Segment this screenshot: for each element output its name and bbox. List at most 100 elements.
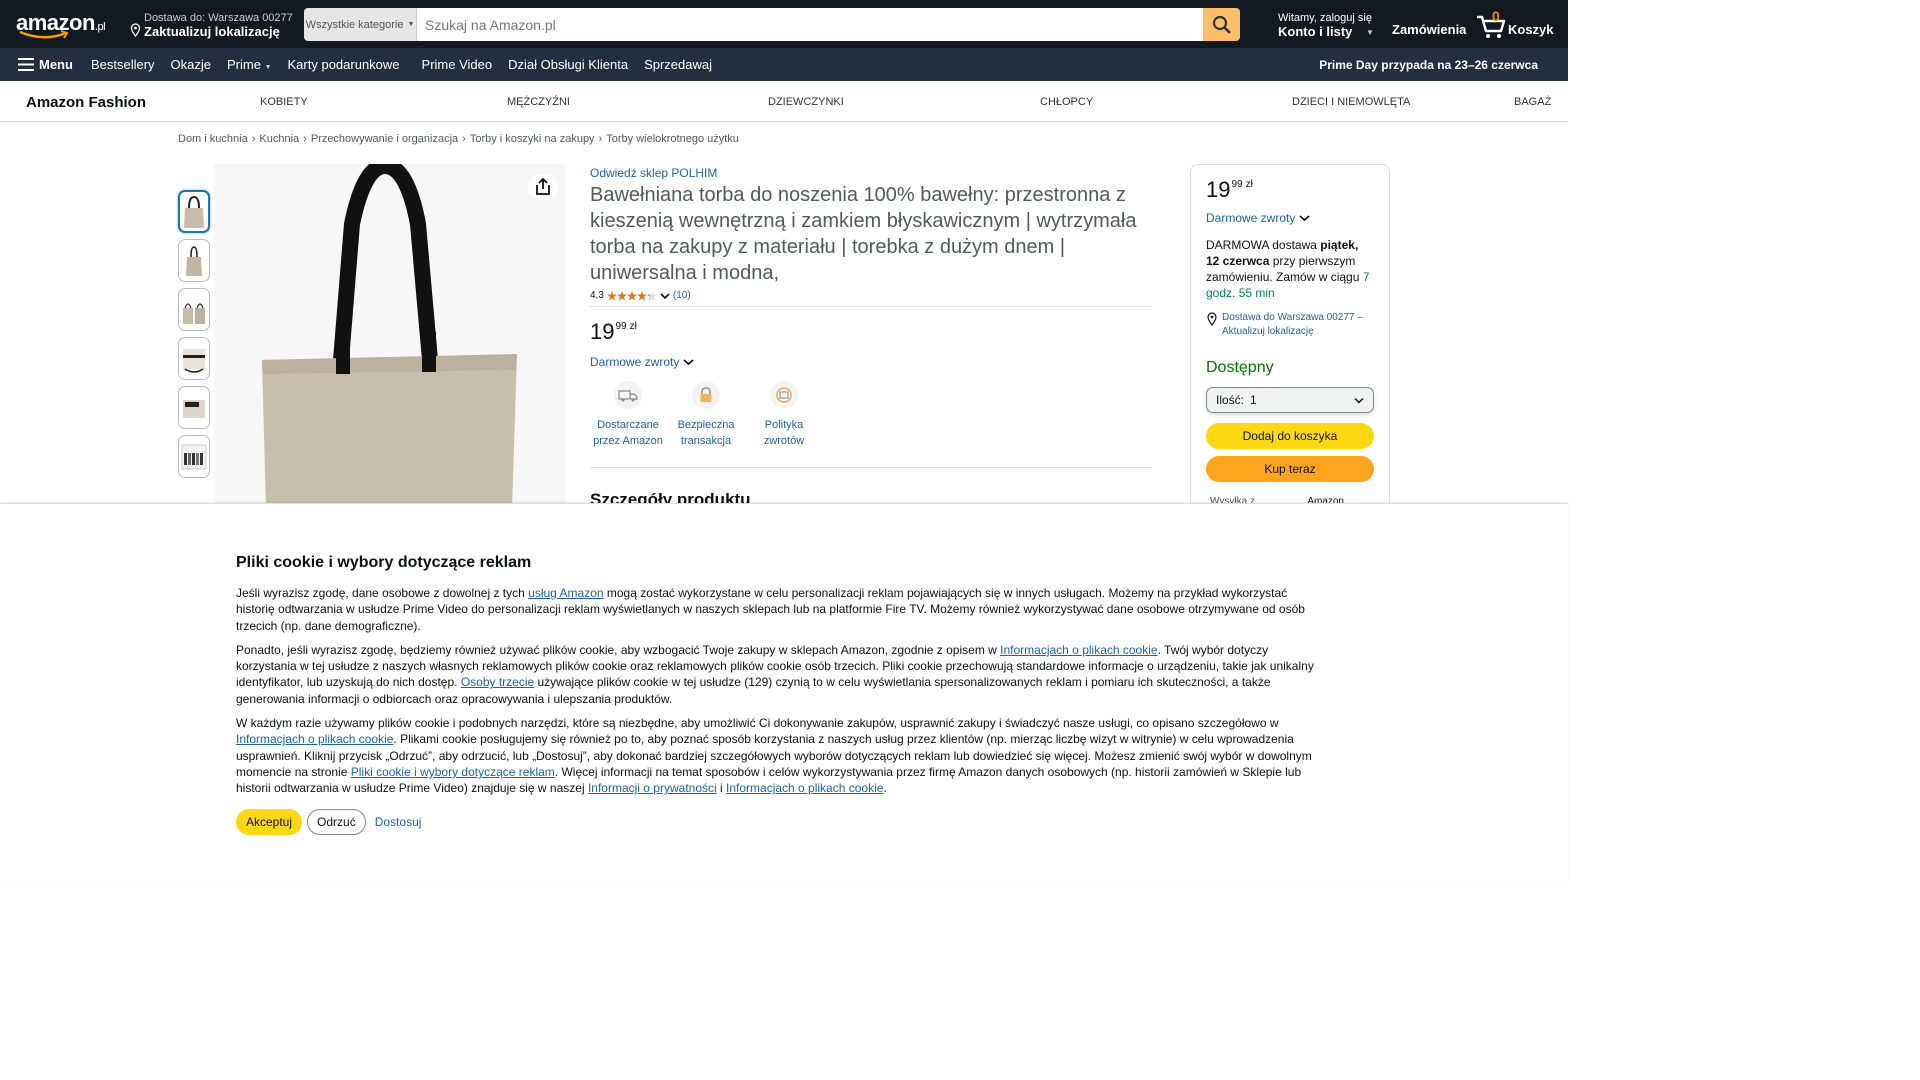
cookie-paragraph-2: Ponadto, jeśli wyrazisz zgodę, będziemy …: [236, 642, 1328, 707]
nav-sell[interactable]: Sprzedawaj: [636, 57, 720, 72]
cookie-text: W każdym razie używamy plików cookie i p…: [236, 716, 1279, 731]
search-icon: [1212, 15, 1231, 34]
chevron-down-icon[interactable]: [660, 292, 670, 300]
product-price: 19 99 zł: [590, 321, 1152, 343]
tote-bag-image: [262, 164, 517, 504]
product-title: Bawełniana torba do noszenia 100% bawełn…: [590, 184, 1137, 284]
breadcrumb-item[interactable]: Torby wielokrotnego użytku: [606, 133, 739, 145]
breadcrumb-separator: ›: [598, 133, 603, 145]
share-button[interactable]: [528, 174, 558, 200]
breadcrumb-item[interactable]: Przechowywanie i organizacja: [311, 133, 458, 145]
price-currency: zł: [629, 321, 637, 332]
search-bar: Wszystkie kategorie ▼: [304, 8, 1240, 41]
cookie-text: Jeśli wyrazisz zgodę, dane osobowe z dow…: [236, 586, 529, 600]
nav-gift-cards[interactable]: Karty podarunkowe: [280, 57, 414, 72]
return-icon: [770, 381, 798, 409]
search-category-label: Wszystkie kategorie: [305, 18, 404, 31]
fashion-cat-girls[interactable]: DZIEWCZYNKI: [768, 96, 844, 108]
breadcrumb-item[interactable]: Kuchnia: [259, 133, 299, 145]
tote-bag-thumb-image: [186, 245, 202, 276]
fashion-brand-link[interactable]: Amazon Fashion: [26, 94, 146, 111]
fashion-cat-boys[interactable]: CHŁOPCY: [1040, 96, 1093, 108]
breadcrumb-separator: ›: [251, 133, 256, 145]
star-rating-icon[interactable]: [606, 290, 657, 301]
free-returns-label: Darmowe zwroty: [590, 355, 680, 369]
caret-down-icon: ▼: [264, 64, 272, 71]
thumbnail-5[interactable]: [178, 386, 210, 429]
cookie-consent-banner: Pliki cookie i wybory dotyczące reklam J…: [0, 503, 1568, 882]
cookie-paragraph-3: W każdym razie używamy plików cookie i p…: [236, 715, 1328, 796]
nav-deals[interactable]: Okazje: [163, 57, 219, 72]
review-count-link[interactable]: (10): [673, 290, 691, 301]
thumbnail-4[interactable]: [178, 337, 210, 380]
search-button[interactable]: [1203, 8, 1240, 41]
breadcrumb-item[interactable]: Dom i kuchnia: [178, 133, 248, 145]
nav-prime-video[interactable]: Prime Video: [414, 57, 501, 72]
badge-label: Bezpieczna transakcja: [677, 419, 735, 447]
amazon-logo[interactable]: amazon.pl: [16, 10, 112, 42]
fashion-cat-men[interactable]: MĘŻCZYŹNI: [507, 96, 570, 108]
nav-customer-service[interactable]: Dział Obsługi Klienta: [500, 57, 636, 72]
quantity-select[interactable]: Ilość: 1: [1206, 387, 1374, 413]
badge-return-policy[interactable]: Polityka zwrotów: [746, 381, 822, 449]
cookie-preferences-link[interactable]: Pliki cookie i wybory dotyczące reklam: [351, 765, 555, 779]
rating-value: 4,3: [590, 290, 604, 301]
product-main-image[interactable]: [214, 164, 565, 504]
trust-badges: Dostarczane przez Amazon Bezpieczna tran…: [590, 381, 1152, 449]
buybox-location-link[interactable]: Dostawa do Warszawa 00277 – Aktualizuj l…: [1206, 311, 1374, 339]
lock-icon: [692, 381, 720, 409]
nav-bestsellers[interactable]: Bestsellery: [83, 57, 163, 72]
reject-cookies-button[interactable]: Odrzuć: [307, 808, 366, 835]
fashion-cat-women[interactable]: KOBIETY: [260, 96, 308, 108]
fashion-bar: Amazon Fashion KOBIETY MĘŻCZYŹNI DZIEWCZ…: [0, 81, 1568, 122]
nav-prime[interactable]: Prime ▼: [219, 57, 280, 72]
thumbnail-3[interactable]: [178, 288, 210, 331]
customize-cookies-button[interactable]: Dostosuj: [371, 815, 426, 829]
cart-button[interactable]: 0 Koszyk: [1476, 8, 1556, 40]
fashion-cat-kids-baby[interactable]: DZIECI I NIEMOWLĘTA: [1292, 96, 1410, 108]
search-input[interactable]: [417, 8, 1203, 41]
thumbnail-6[interactable]: [178, 435, 210, 478]
tote-bag-thumb-image: [183, 348, 205, 373]
divider: [590, 306, 1152, 307]
badge-delivered-by-amazon[interactable]: Dostarczane przez Amazon: [590, 381, 666, 449]
cart-label: Koszyk: [1508, 22, 1554, 37]
cookie-paragraph-1: Jeśli wyrazisz zgodę, dane osobowe z dow…: [236, 585, 1328, 634]
visit-store-link[interactable]: Odwiedź sklep POLHIM: [590, 166, 1152, 180]
badge-secure-transaction[interactable]: Bezpieczna transakcja: [668, 381, 744, 449]
prime-day-promo[interactable]: Prime Day przypada na 23–26 czerwca: [1319, 58, 1538, 72]
cookie-info-link[interactable]: Informacjach o plikach cookie: [236, 732, 393, 746]
breadcrumb: Dom i kuchnia › Kuchnia › Przechowywanie i o…: [178, 133, 739, 145]
quantity-label: Ilość:: [1216, 393, 1245, 407]
smile-icon: [19, 30, 69, 39]
fashion-cat-luggage[interactable]: BAGAŻ: [1514, 96, 1551, 108]
delivery-location[interactable]: Dostawa do: Warszawa 00277 Zaktualizuj l…: [130, 12, 293, 39]
search-category-select[interactable]: Wszystkie kategorie ▼: [304, 8, 417, 41]
thumbnail-strip: [178, 190, 211, 484]
thumbnail-2[interactable]: [178, 239, 210, 282]
buy-now-button[interactable]: Kup teraz: [1206, 456, 1374, 482]
cookie-text: i: [716, 781, 727, 796]
cookie-info-link[interactable]: Informacjach o plikach cookie: [726, 781, 883, 795]
amazon-services-link[interactable]: usług Amazon: [528, 586, 603, 600]
accept-cookies-button[interactable]: Akceptuj: [236, 808, 303, 835]
privacy-notice-link[interactable]: Informacji o prywatności: [588, 781, 717, 795]
account-menu[interactable]: Witamy, zaloguj się Konto i listy ▼: [1278, 12, 1374, 39]
top-navbar: amazon.pl Dostawa do: Warszawa 00277 Zak…: [0, 0, 1568, 48]
share-icon: [536, 178, 550, 195]
free-returns-link[interactable]: Darmowe zwroty: [590, 355, 1152, 369]
cookie-info-link[interactable]: Informacjach o plikach cookie: [1000, 643, 1157, 657]
third-parties-link[interactable]: Osoby trzecie: [461, 675, 534, 689]
availability-status: Dostępny: [1206, 359, 1274, 376]
location-pin-icon: [1207, 312, 1217, 326]
breadcrumb-item[interactable]: Torby i koszyki na zakupy: [470, 133, 595, 145]
cookie-text: .: [883, 781, 887, 796]
add-to-cart-button[interactable]: Dodaj do koszyka: [1206, 423, 1374, 449]
buybox-free-returns-link[interactable]: Darmowe zwroty: [1206, 211, 1374, 225]
thumbnail-1[interactable]: [178, 190, 210, 233]
tote-bag-thumb-image: [183, 302, 205, 324]
deliver-line1: Dostawa do: Warszawa 00277: [144, 12, 293, 24]
price-fraction: 99: [1231, 179, 1243, 190]
orders-link[interactable]: Zamówienia: [1392, 22, 1466, 37]
menu-button[interactable]: Menu: [0, 57, 83, 72]
